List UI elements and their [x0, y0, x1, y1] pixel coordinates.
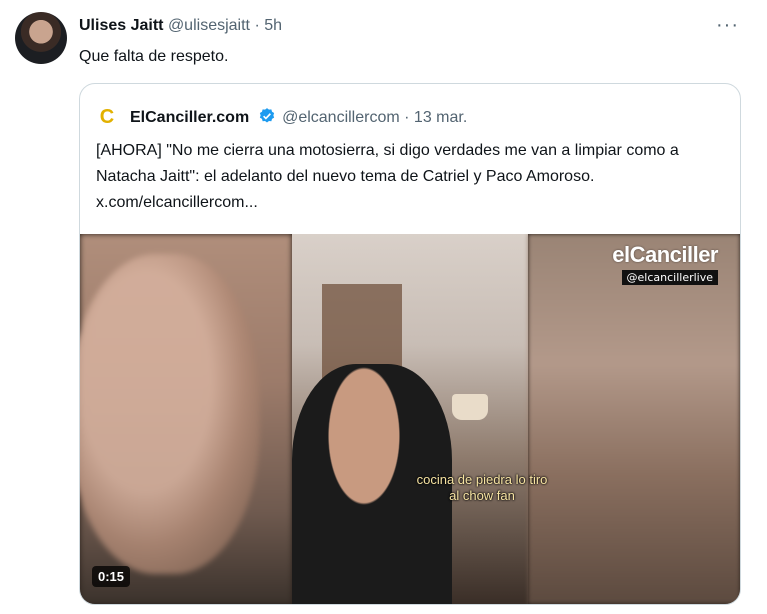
verified-badge-icon	[259, 108, 274, 123]
tweet-time[interactable]: 5h	[264, 17, 282, 34]
separator: ·	[254, 17, 260, 34]
watermark: elCanciller @elcancillerlive	[612, 242, 718, 286]
avatar[interactable]	[15, 12, 67, 64]
quoted-tweet-header: ElCanciller.com @elcancillercom · 13 mar…	[130, 107, 467, 128]
quoted-tweet-text: [AHORA] "No me cierra una motosierra, si…	[96, 142, 679, 211]
tweet-text: Que falta de respeto.	[79, 48, 229, 65]
author-name[interactable]: Ulises Jaitt	[79, 17, 163, 34]
quoted-author-handle[interactable]: @elcancillercom	[282, 109, 400, 126]
quoted-tweet[interactable]: C ElCanciller.com @elcancillercom · 13 m…	[79, 83, 741, 605]
separator: ·	[404, 109, 410, 126]
author-handle[interactable]: @ulisesjaitt	[168, 17, 250, 34]
elcanciller-logo-icon[interactable]: C	[96, 106, 118, 128]
video-player[interactable]: elCanciller @elcancillerlive cocina de p…	[80, 234, 740, 604]
watermark-title: elCanciller	[612, 242, 718, 267]
video-subtitle: cocina de piedra lo tiro al chow fan	[416, 472, 548, 503]
quoted-tweet-time[interactable]: 13 mar.	[414, 109, 467, 126]
video-frame-left	[80, 234, 292, 604]
more-horizontal-icon[interactable]: ···	[716, 14, 739, 37]
video-frame-right	[528, 234, 740, 604]
tweet[interactable]: Ulises Jaitt @ulisesjaitt · 5h ··· Que f…	[0, 0, 767, 614]
video-duration-badge: 0:15	[92, 566, 131, 587]
quoted-author-name[interactable]: ElCanciller.com	[130, 109, 249, 126]
watermark-handle: @elcancillerlive	[621, 270, 718, 285]
video-frame-center	[292, 234, 528, 604]
tweet-header: Ulises Jaitt @ulisesjaitt · 5h	[79, 16, 282, 36]
